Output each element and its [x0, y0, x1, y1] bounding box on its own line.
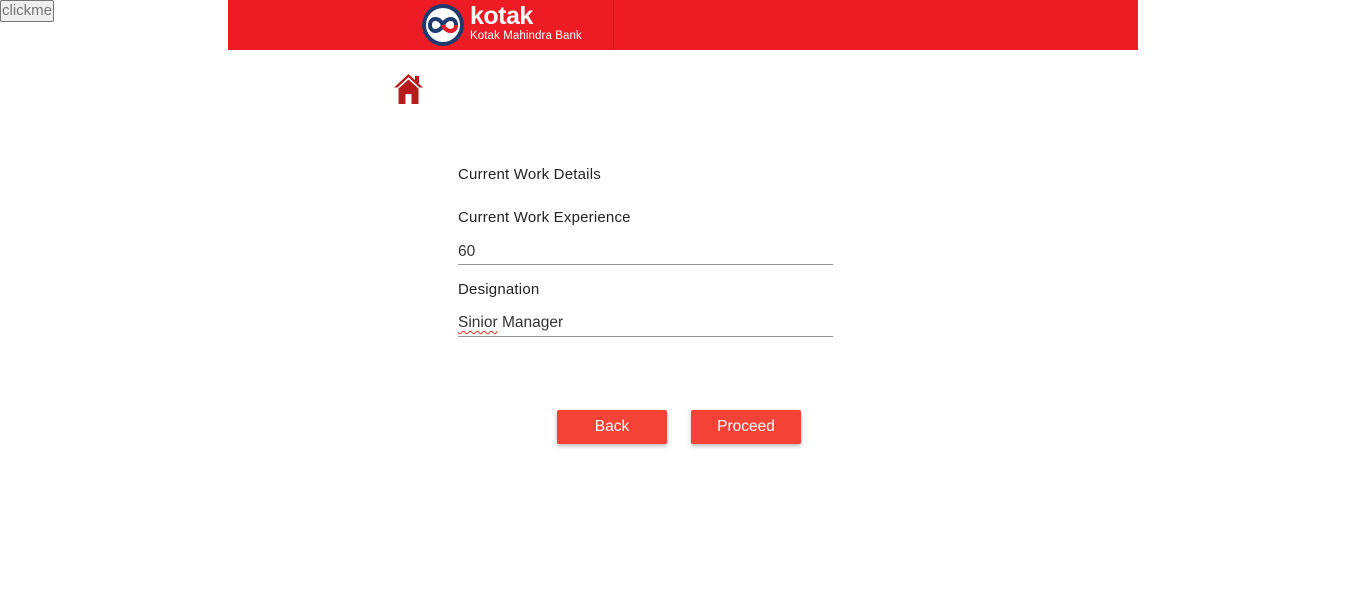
- kotak-logo[interactable]: kotak Kotak Mahindra Bank: [420, 3, 582, 47]
- brand-name: kotak: [470, 1, 533, 30]
- home-icon: [394, 74, 423, 104]
- clickme-button[interactable]: clickme: [0, 0, 55, 22]
- brand-subtitle: Kotak Mahindra Bank: [470, 29, 582, 42]
- back-button[interactable]: Back: [557, 410, 667, 444]
- logo-text: kotak Kotak Mahindra Bank: [470, 3, 582, 43]
- header-divider: [613, 0, 614, 50]
- designation-label: Designation: [458, 281, 540, 298]
- work-experience-label: Current Work Experience: [458, 209, 631, 226]
- proceed-button[interactable]: Proceed: [691, 410, 801, 444]
- designation-rest-value: Manager: [497, 314, 564, 331]
- designation-input[interactable]: Sinior Manager: [458, 311, 833, 337]
- kotak-infinity-logo-icon: [422, 4, 464, 46]
- home-button[interactable]: [392, 72, 425, 105]
- page: clickme kotak Kotak Mahindra Bank Curren…: [0, 0, 1366, 612]
- designation-misspelled-word: Sinior: [458, 314, 498, 331]
- section-title: Current Work Details: [458, 166, 601, 183]
- work-experience-input[interactable]: [458, 239, 833, 265]
- header-bar: kotak Kotak Mahindra Bank: [228, 0, 1138, 50]
